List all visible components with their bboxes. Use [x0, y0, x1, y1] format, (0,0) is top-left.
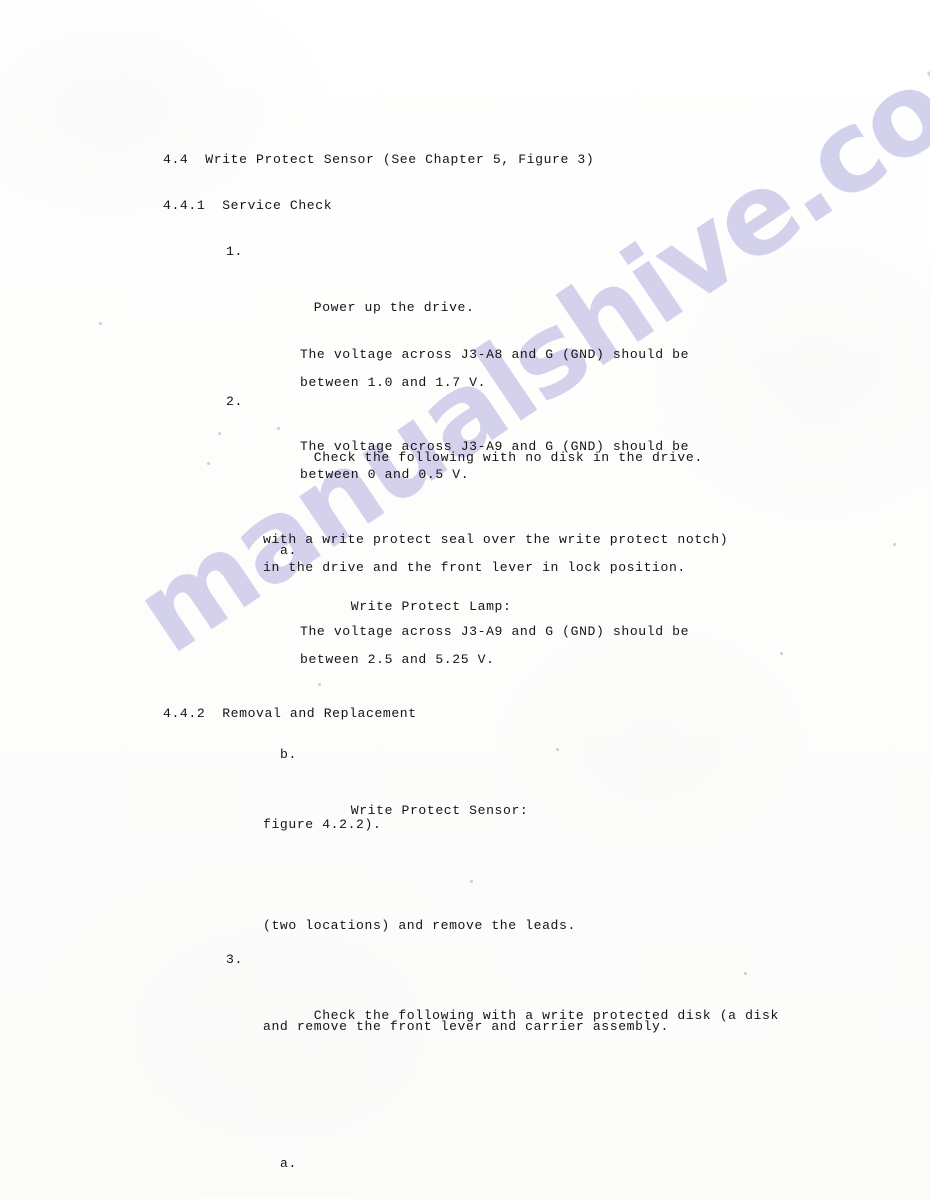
section-heading-4-4-2: 4.4.2 Removal and Replacement [163, 706, 417, 721]
list-item-line: with a write protect seal over the write… [263, 532, 729, 547]
list-item-line: in the drive and the front lever in lock… [263, 560, 686, 575]
sub-item-line: The voltage across J3-A9 and G (GND) sho… [300, 624, 690, 639]
list-item-line: and remove the front lever and carrier a… [263, 1019, 669, 1034]
list-item-text: Power up the drive. [313, 300, 475, 315]
sub-item-line: between 2.5 and 5.25 V. [300, 652, 495, 667]
sub-item-line: between 1.0 and 1.7 V. [300, 375, 487, 390]
list-marker: a. [280, 1156, 297, 1171]
list-item: 3. Check the following with a write prot… [226, 946, 930, 1058]
list-marker: 3. [226, 952, 243, 967]
sub-item-line: The voltage across J3-A9 and G (GND) sho… [300, 439, 690, 454]
list-marker: 2. [226, 394, 243, 409]
list-item-sub: a. Write Protect Sensor: [280, 1150, 930, 1199]
page-content: 4.4 Write Protect Sensor (See Chapter 5,… [0, 0, 930, 1199]
document-page: manualshive.com 4.4 Write Protect Sensor… [0, 0, 930, 1199]
list-marker: b. [280, 747, 297, 762]
section-heading-4-4-1: 4.4.1 Service Check [163, 198, 333, 213]
list-item: 1. Power up the drive. [226, 238, 930, 350]
section-heading-4-4: 4.4 Write Protect Sensor (See Chapter 5,… [163, 152, 595, 167]
list-marker: 1. [226, 244, 243, 259]
sub-item-title: Write Protect Lamp: [350, 599, 512, 614]
list-item-line: figure 4.2.2). [263, 817, 382, 832]
sub-item-line: between 0 and 0.5 V. [300, 467, 470, 482]
list-item-line: (two locations) and remove the leads. [263, 918, 576, 933]
sub-item-line: The voltage across J3-A8 and G (GND) sho… [300, 347, 690, 362]
